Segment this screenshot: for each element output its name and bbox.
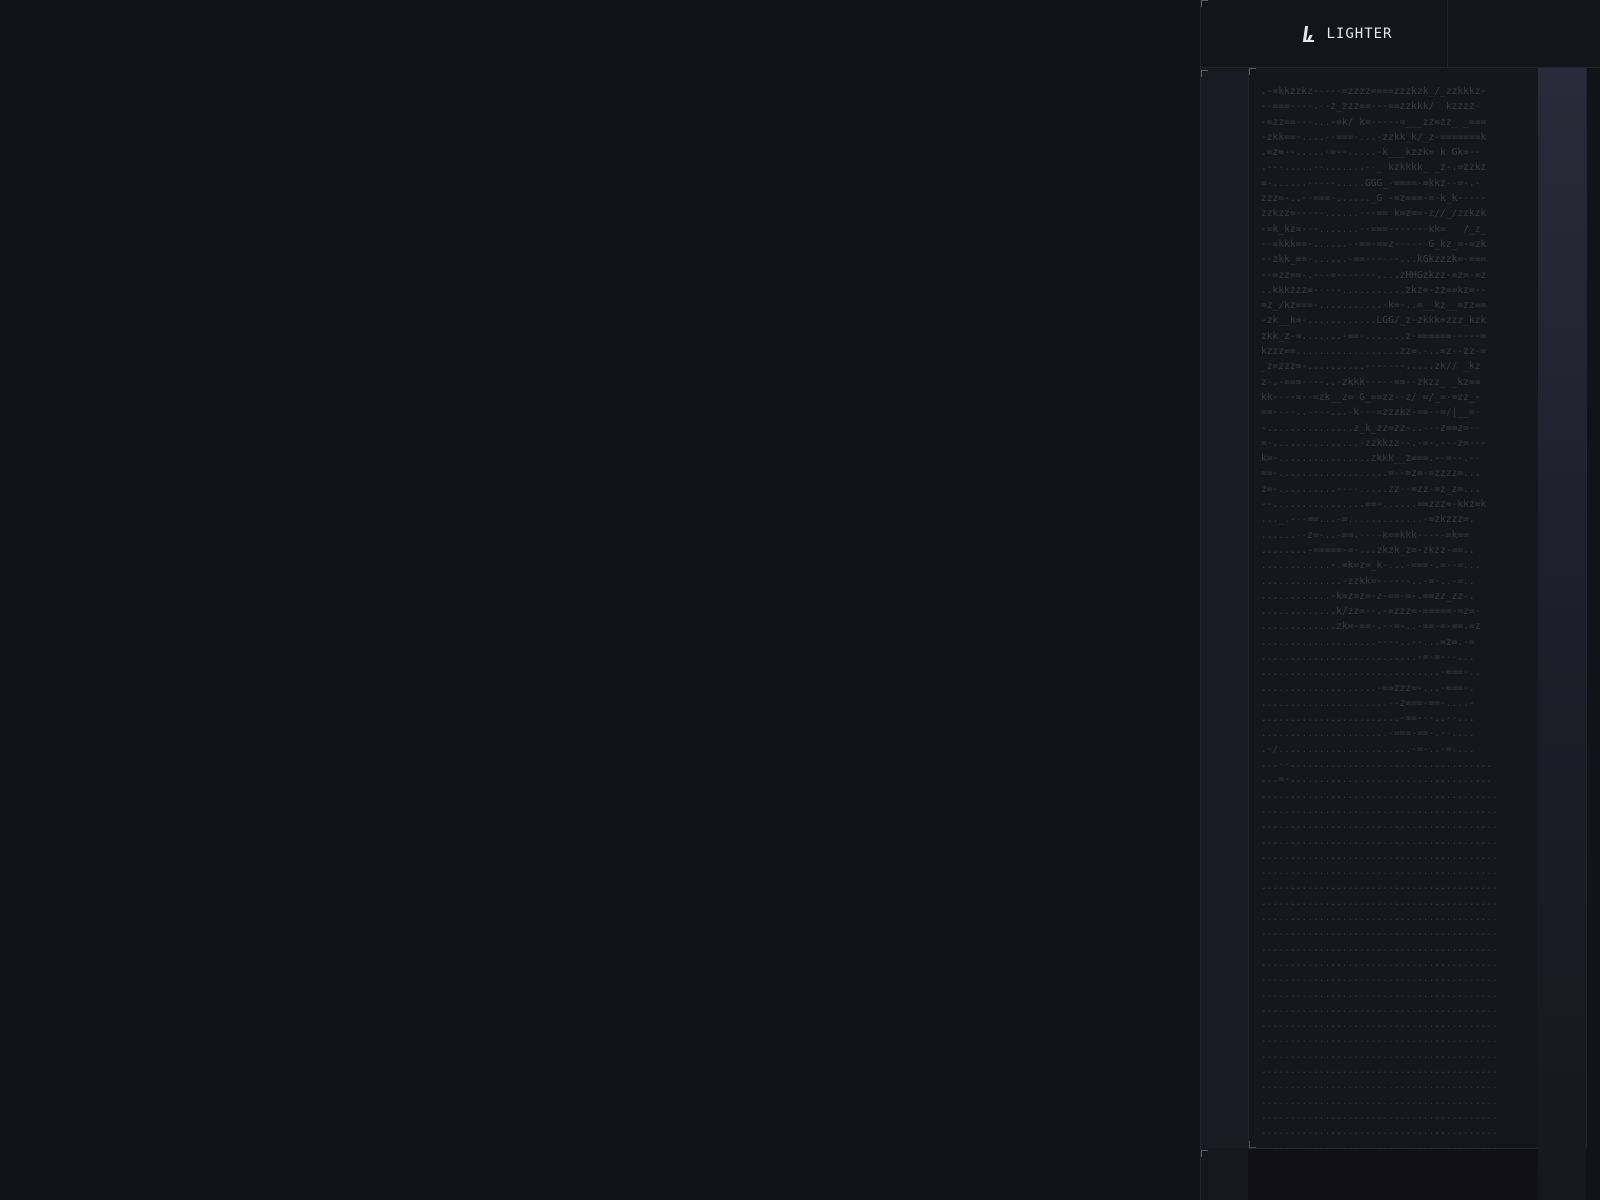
corner-marker [1201,1150,1208,1157]
app-window: LIGHTER .-=kkzzkz-----=zzzz====zzzkzk_/_… [0,0,1600,1200]
blank-canvas [0,0,1200,1200]
lighter-logo-icon [1302,25,1316,43]
left-rail [1200,0,1249,1200]
ascii-art: .-=kkzzkz-----=zzzz====zzzkzk_/_zzkkkz- … [1261,86,1498,1148]
rail-body [1201,68,1249,1148]
bottom-bar [1248,1148,1538,1200]
rail-top-cell [1201,0,1249,68]
right-edge-strip [1586,68,1600,1148]
top-header: LIGHTER [1248,0,1600,68]
ascii-art-panel: .-=kkzzkz-----=zzzz====zzzkzk_/_zzkkkz- … [1248,68,1538,1148]
brand-logo-link[interactable]: LIGHTER [1248,0,1448,68]
brand-name: LIGHTER [1326,26,1393,42]
corner-marker [1249,1141,1256,1148]
corner-marker [1249,68,1256,75]
corner-marker [1201,0,1208,7]
side-gradient-strip [1538,68,1586,1200]
corner-marker [1201,70,1208,77]
